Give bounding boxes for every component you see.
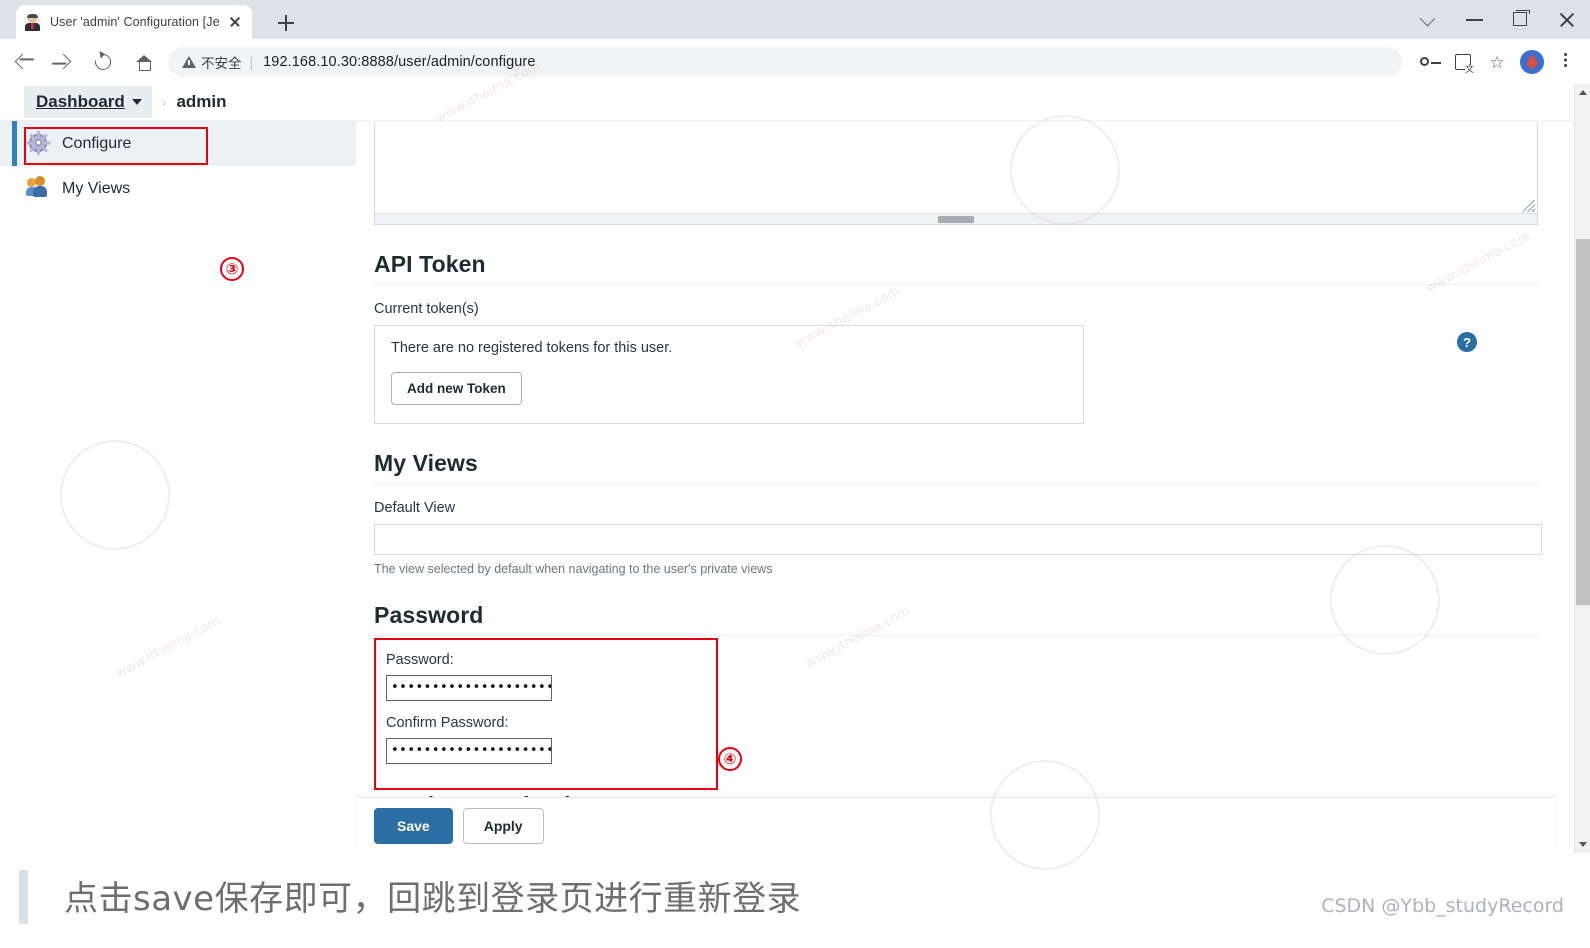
users-icon: [26, 175, 52, 202]
reload-icon[interactable]: [86, 45, 120, 79]
avatar[interactable]: [1514, 45, 1548, 79]
page-scrollbar[interactable]: [1574, 84, 1590, 853]
insecure-warning-icon: [182, 55, 196, 68]
textarea-hscrollbar[interactable]: [375, 213, 1537, 224]
save-button[interactable]: Save: [374, 807, 453, 844]
help-icon[interactable]: ?: [1457, 332, 1477, 352]
description-textarea[interactable]: [374, 121, 1538, 225]
annotation-marker-4: ④: [718, 747, 742, 771]
my-views-heading: My Views: [374, 450, 1538, 484]
caption-text: 点击save保存即可，回跳到登录页进行重新登录: [64, 879, 802, 919]
caption-area: 点击save保存即可，回跳到登录页进行重新登录 CSDN @Ybb_studyR…: [0, 853, 1590, 948]
tab-title: User 'admin' Configuration [Je: [50, 15, 220, 29]
csdn-watermark: CSDN @Ybb_studyRecord: [1321, 895, 1564, 917]
sidebar-item-label: My Views: [62, 179, 131, 197]
insecure-label: 不安全: [201, 55, 242, 71]
toolbar-icons: ☆: [1412, 45, 1582, 79]
url-text: 192.168.10.30:8888/user/admin/configure: [263, 53, 536, 70]
sidebar-item-my-views[interactable]: My Views: [0, 166, 356, 211]
new-tab-icon[interactable]: [272, 9, 300, 37]
browser-window: User 'admin' Configuration [Je 不安全 | 192…: [0, 0, 1590, 948]
browser-tabstrip: User 'admin' Configuration [Je: [0, 0, 1590, 39]
chevron-down-icon[interactable]: [131, 99, 142, 105]
browser-tab[interactable]: User 'admin' Configuration [Je: [16, 5, 252, 39]
password-group: Password: ••••••••••••••••••••••••• Conf…: [374, 638, 718, 790]
resize-handle-icon[interactable]: [1523, 200, 1535, 212]
gear-icon: [26, 130, 52, 157]
home-icon[interactable]: [126, 45, 160, 79]
close-icon[interactable]: [226, 13, 244, 31]
no-tokens-message: There are no registered tokens for this …: [391, 340, 673, 356]
star-icon[interactable]: ☆: [1480, 45, 1514, 79]
breadcrumb: Dashboard › admin: [0, 84, 1590, 121]
minimize-icon[interactable]: [1452, 0, 1498, 39]
address-bar[interactable]: 不安全 | 192.168.10.30:8888/user/admin/conf…: [168, 46, 1402, 77]
default-view-input[interactable]: [374, 524, 1542, 555]
main-content: API Token Current token(s) There are no …: [356, 121, 1556, 853]
window-close-icon[interactable]: [1544, 0, 1590, 39]
breadcrumb-separator: ›: [161, 94, 167, 110]
sidebar-item-configure[interactable]: Configure: [0, 121, 356, 166]
chevron-down-icon[interactable]: [1406, 0, 1452, 39]
password-input[interactable]: •••••••••••••••••••••••••: [386, 675, 552, 701]
textarea-hscroll-thumb[interactable]: [938, 216, 974, 223]
key-icon[interactable]: [1412, 45, 1446, 79]
breadcrumb-dashboard[interactable]: Dashboard: [24, 86, 152, 118]
jenkins-butler-favicon: [24, 13, 41, 31]
password-heading: Password: [374, 602, 1538, 636]
confirm-password-label: Confirm Password:: [386, 715, 509, 731]
translate-icon[interactable]: [1446, 45, 1480, 79]
apply-button[interactable]: Apply: [462, 807, 544, 844]
sidebar: Configure ③ My Views: [0, 121, 356, 853]
back-icon[interactable]: [6, 45, 40, 79]
scroll-up-arrow-icon[interactable]: [1579, 90, 1587, 95]
kebab-menu-icon[interactable]: [1548, 45, 1582, 79]
current-tokens-label: Current token(s): [374, 301, 479, 317]
breadcrumb-dashboard-label: Dashboard: [36, 92, 125, 111]
annotation-marker-3: ③: [220, 257, 244, 281]
add-new-token-button[interactable]: Add new Token: [391, 372, 522, 405]
form-footer: Save Apply: [356, 797, 1556, 853]
browser-toolbar: 不安全 | 192.168.10.30:8888/user/admin/conf…: [0, 39, 1590, 84]
caption-accent-bar: [19, 870, 28, 924]
password-label: Password:: [386, 652, 454, 668]
breadcrumb-current: admin: [176, 92, 227, 111]
window-controls: [1406, 0, 1590, 39]
maximize-icon[interactable]: [1498, 0, 1544, 39]
confirm-password-input[interactable]: •••••••••••••••••••••••••: [386, 738, 552, 764]
scrollbar-thumb[interactable]: [1576, 239, 1590, 605]
token-panel: There are no registered tokens for this …: [374, 325, 1477, 424]
forward-icon[interactable]: [46, 45, 80, 79]
default-view-help-text: The view selected by default when naviga…: [374, 562, 773, 576]
api-token-heading: API Token: [374, 251, 1538, 285]
sidebar-item-label: Configure: [62, 134, 132, 152]
default-view-label: Default View: [374, 500, 456, 516]
scroll-down-arrow-icon[interactable]: [1579, 842, 1587, 847]
omnibox-separator: |: [249, 53, 254, 70]
